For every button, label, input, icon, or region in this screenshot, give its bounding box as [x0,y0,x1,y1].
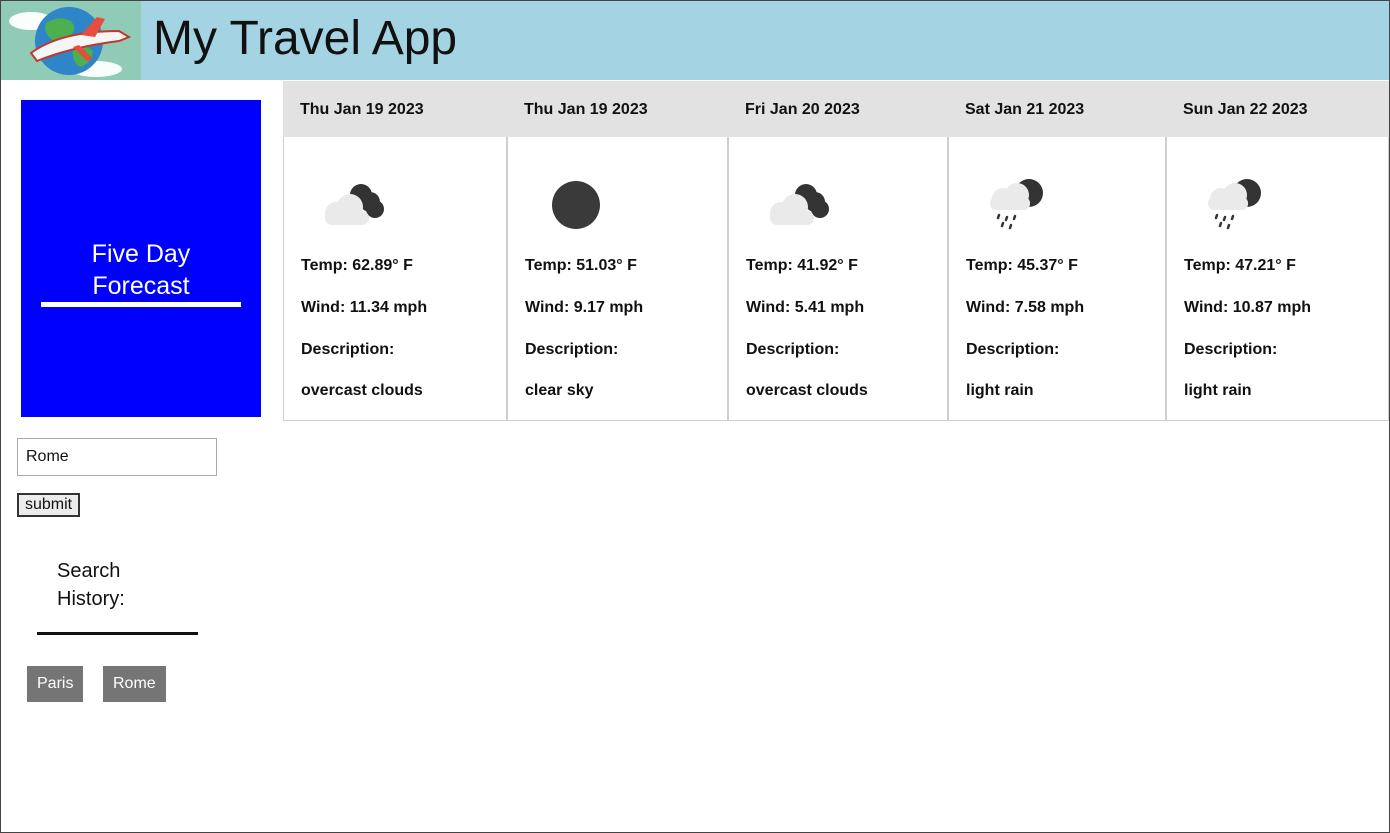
temperature-text: Temp: 51.03° F [525,257,637,274]
forecast-card: Temp: 45.37° F Wind: 7.58 mph Descriptio… [948,137,1166,421]
temperature-text: Temp: 62.89° F [301,257,413,274]
wind-text: Wind: 11.34 mph [301,299,428,316]
forecast-card: Temp: 51.03° F Wind: 9.17 mph Descriptio… [507,137,728,421]
description-label: Description: [1184,341,1278,358]
description-text: overcast clouds [746,382,868,399]
day-header: Fri Jan 20 2023 [728,81,948,137]
five-day-forecast-label: Five Day Forecast [41,238,241,307]
clear-sky-icon [552,181,600,229]
temperature-text: Temp: 45.37° F [966,257,1078,274]
history-divider [37,632,198,635]
day-header: Sun Jan 22 2023 [1166,81,1389,137]
search-history-title-line: Search [57,560,121,582]
description-label: Description: [966,341,1060,358]
description-text: overcast clouds [301,382,423,399]
city-search-input[interactable] [17,438,217,476]
overcast-clouds-icon [325,184,384,225]
description-label: Description: [746,341,840,358]
wind-text: Wind: 5.41 mph [746,299,865,316]
temperature-text: Temp: 47.21° F [1184,257,1296,274]
description-label: Description: [525,341,619,358]
description-label: Description: [301,341,395,358]
description-text: light rain [966,382,1034,399]
description-text: clear sky [525,382,594,399]
day-header: Thu Jan 19 2023 [507,81,728,137]
search-history-title: Search History: [57,557,167,613]
forecast-card: Temp: 47.21° F Wind: 10.87 mph Descripti… [1166,137,1389,421]
temperature-text: Temp: 41.92° F [746,257,858,274]
app-header: My Travel App [1,1,1389,80]
history-item-rome[interactable]: Rome [103,666,166,702]
search-history-title-line: History: [57,588,125,610]
overcast-clouds-icon [770,184,829,225]
forecast-card: Temp: 62.89° F Wind: 11.34 mph Descripti… [283,137,507,421]
day-header: Thu Jan 19 2023 [283,81,507,137]
five-day-forecast-panel: Five Day Forecast [21,100,261,417]
description-text: light rain [1184,382,1252,399]
day-header: Sat Jan 21 2023 [948,81,1166,137]
light-rain-icon [1208,179,1261,230]
wind-text: Wind: 9.17 mph [525,299,644,316]
wind-text: Wind: 10.87 mph [1184,299,1311,316]
light-rain-icon [990,179,1043,230]
forecast-card: Temp: 41.92° F Wind: 5.41 mph Descriptio… [728,137,948,421]
app-title: My Travel App [153,12,458,65]
history-item-paris[interactable]: Paris [27,666,84,702]
submit-button[interactable]: submit [17,493,81,517]
wind-text: Wind: 7.58 mph [966,299,1085,316]
globe-airplane-logo [1,1,141,80]
